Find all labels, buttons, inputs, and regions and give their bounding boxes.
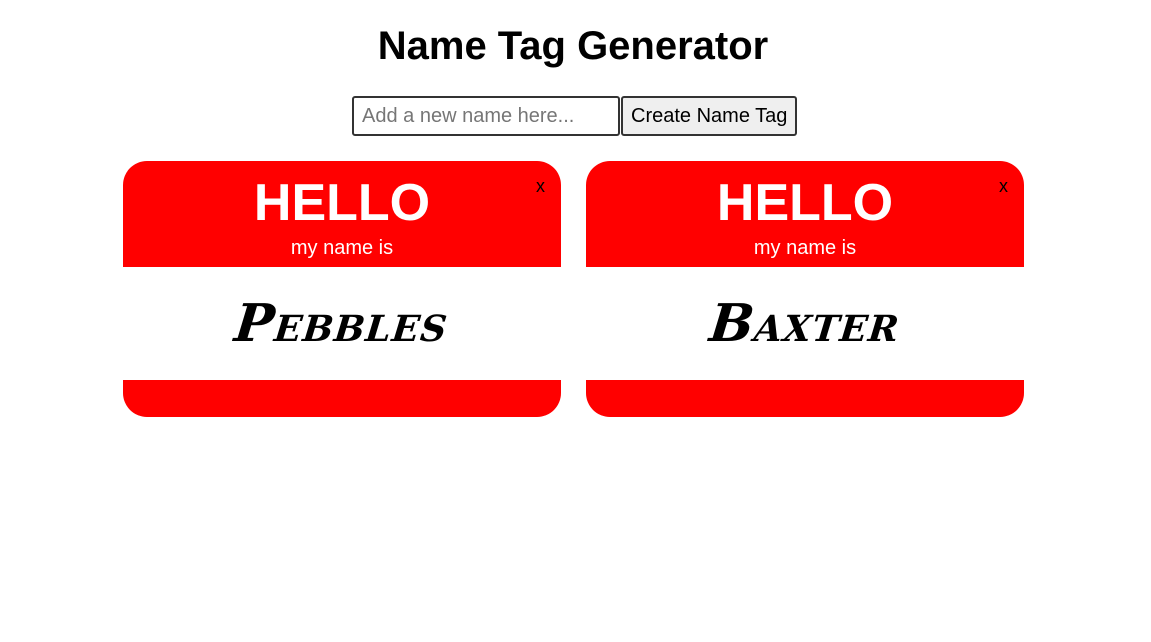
tag-body: Baxter xyxy=(586,267,1024,380)
tag-name: Pebbles xyxy=(232,293,452,354)
tag-subtitle: my name is xyxy=(290,237,394,259)
tag-name: Baxter xyxy=(706,293,904,354)
close-icon[interactable]: x xyxy=(999,177,1008,195)
tag-subtitle: my name is xyxy=(753,237,857,259)
name-tag: x HELLO my name is Baxter xyxy=(586,161,1024,417)
name-tag-list: x HELLO my name is Pebbles x HELLO my na… xyxy=(123,161,1024,417)
page: Name Tag Generator Create Name Tag x HEL… xyxy=(0,0,1151,642)
name-tag: x HELLO my name is Pebbles xyxy=(123,161,561,417)
close-icon[interactable]: x xyxy=(536,177,545,195)
tag-body: Pebbles xyxy=(123,267,561,380)
tag-hello: HELLO xyxy=(253,174,431,232)
name-input[interactable] xyxy=(352,96,620,136)
name-form: Create Name Tag xyxy=(352,96,798,136)
create-name-tag-button[interactable]: Create Name Tag xyxy=(621,96,798,136)
tag-header: HELLO my name is xyxy=(123,161,561,267)
tag-hello: HELLO xyxy=(716,174,894,232)
page-title: Name Tag Generator xyxy=(377,24,769,68)
tag-header: HELLO my name is xyxy=(586,161,1024,267)
